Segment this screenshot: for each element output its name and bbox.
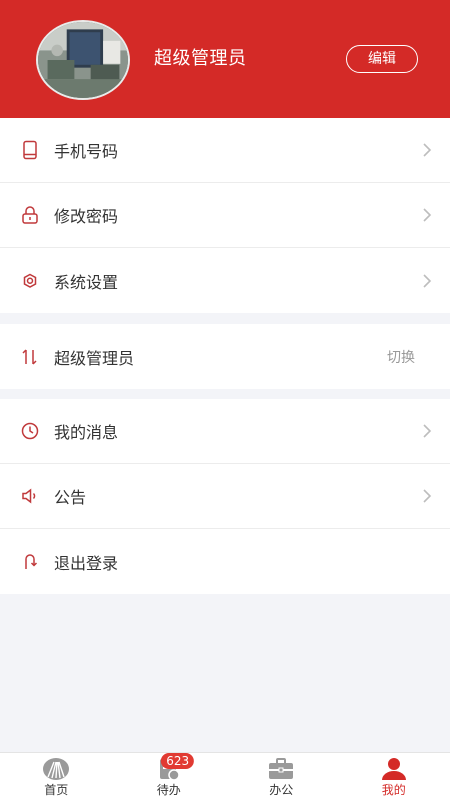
phone-icon <box>20 140 40 160</box>
briefcase-icon <box>267 757 295 781</box>
messages-group: 我的消息 公告 退出登录 <box>0 399 450 594</box>
tab-office[interactable]: 办公 <box>225 753 338 800</box>
switch-role-button[interactable]: 切换 <box>387 347 415 367</box>
todo-count-badge: 623 <box>161 753 195 769</box>
edit-profile-button[interactable]: 编辑 <box>346 45 418 73</box>
profile-header: 超级管理员 编辑 <box>0 0 450 118</box>
speaker-icon <box>20 486 40 506</box>
menu-item-phone[interactable]: 手机号码 <box>0 118 450 183</box>
menu-item-label: 修改密码 <box>54 207 119 226</box>
menu-item-label: 公告 <box>54 488 87 507</box>
chevron-right-icon <box>422 273 432 289</box>
username: 超级管理员 <box>154 48 247 69</box>
tab-todo[interactable]: 623 待办 <box>113 753 226 800</box>
switch-arrows-icon <box>20 347 40 367</box>
bottom-tab-bar: 首页 623 待办 办公 我的 <box>0 752 450 800</box>
menu-item-logout[interactable]: 退出登录 <box>0 529 450 594</box>
menu-item-label: 退出登录 <box>54 553 119 573</box>
home-logo-icon <box>42 757 70 781</box>
menu-item-my-messages[interactable]: 我的消息 <box>0 399 450 464</box>
current-role-label: 超级管理员 <box>54 348 135 368</box>
role-switch-group: 超级管理员 切换 <box>0 324 450 389</box>
chevron-right-icon <box>422 488 432 504</box>
user-icon <box>380 757 408 781</box>
menu-item-label: 我的消息 <box>54 423 119 442</box>
lock-icon <box>20 205 40 225</box>
chevron-right-icon <box>422 142 432 158</box>
role-switch-row[interactable]: 超级管理员 切换 <box>0 324 450 389</box>
tab-label: 待办 <box>156 783 181 797</box>
tab-home[interactable]: 首页 <box>0 753 113 800</box>
gear-icon <box>20 271 40 291</box>
avatar[interactable] <box>36 20 130 100</box>
tab-label: 我的 <box>381 783 406 797</box>
chevron-right-icon <box>422 423 432 439</box>
tab-mine[interactable]: 我的 <box>338 753 450 800</box>
chevron-right-icon <box>422 207 432 223</box>
avatar-photo-icon <box>38 22 128 98</box>
tab-label: 办公 <box>269 783 294 797</box>
menu-item-change-password[interactable]: 修改密码 <box>0 183 450 248</box>
logout-icon <box>20 552 40 572</box>
clock-icon <box>20 421 40 441</box>
menu-item-announcement[interactable]: 公告 <box>0 464 450 529</box>
tab-label: 首页 <box>44 783 69 797</box>
menu-item-label: 系统设置 <box>54 272 119 292</box>
menu-item-system-settings[interactable]: 系统设置 <box>0 248 450 313</box>
menu-item-label: 手机号码 <box>54 142 119 161</box>
account-settings-group: 手机号码 修改密码 系统设置 <box>0 118 450 313</box>
